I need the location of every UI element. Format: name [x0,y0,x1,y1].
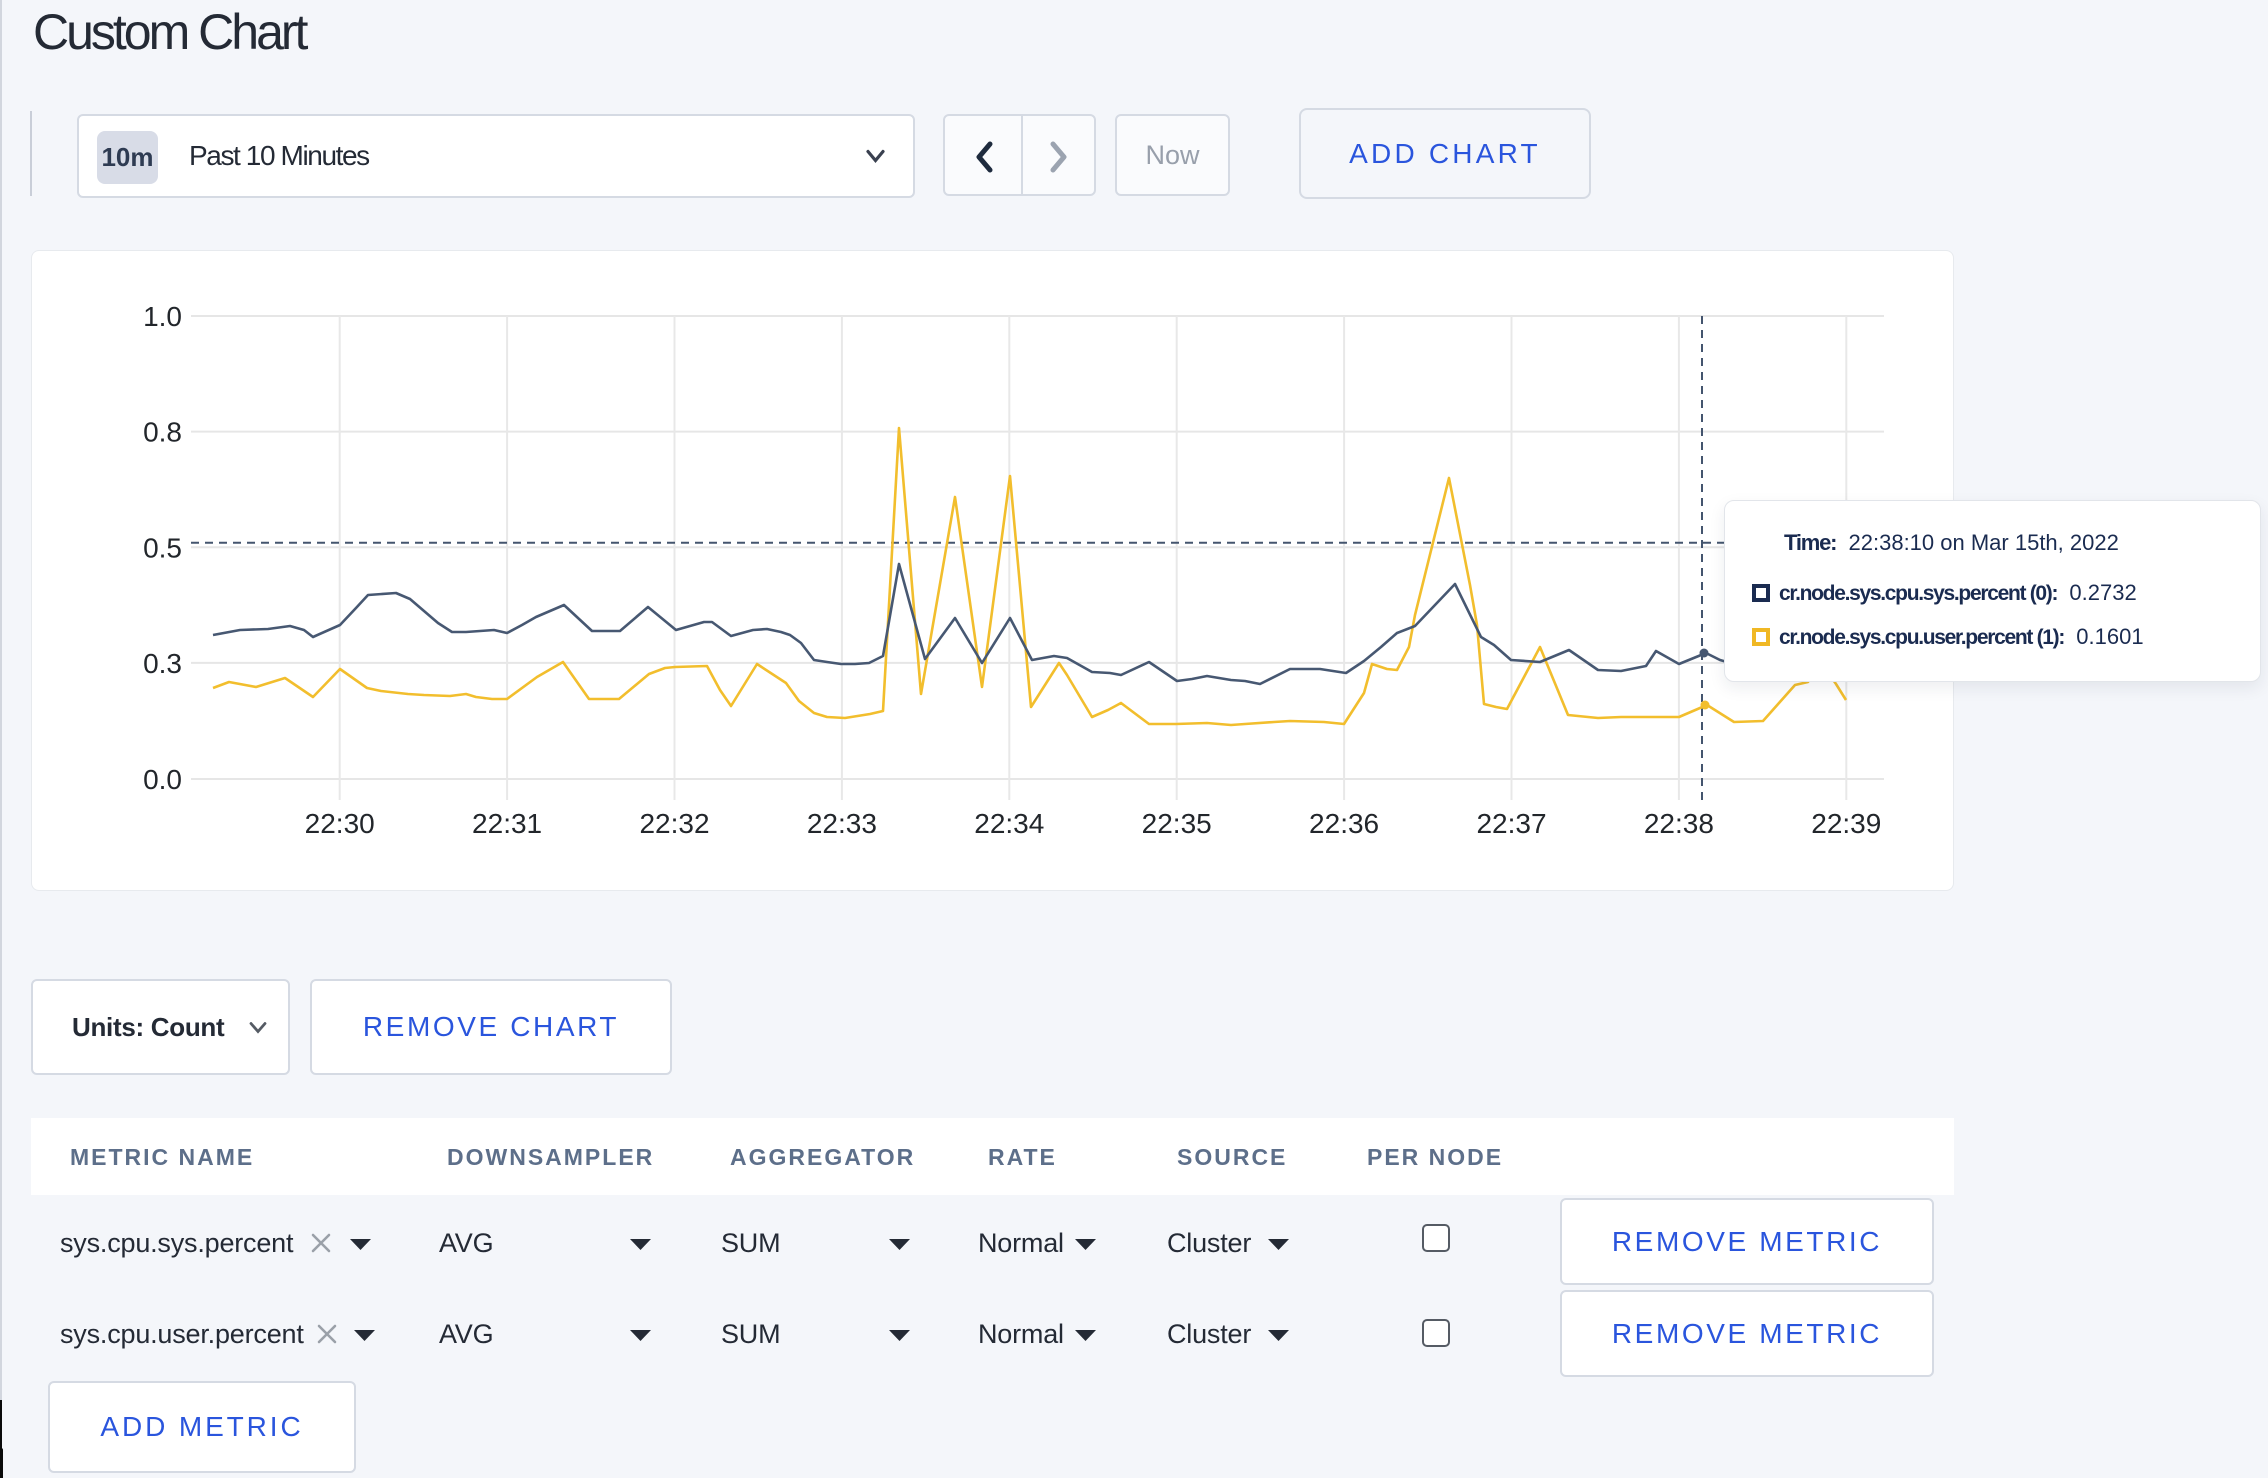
svg-text:1.0: 1.0 [143,301,182,332]
svg-text:22:35: 22:35 [1142,808,1212,839]
svg-text:0.8: 0.8 [143,417,182,448]
svg-text:22:30: 22:30 [305,808,375,839]
svg-text:22:36: 22:36 [1309,808,1379,839]
svg-text:22:32: 22:32 [639,808,709,839]
svg-text:22:31: 22:31 [472,808,542,839]
svg-text:0.5: 0.5 [143,532,182,563]
svg-text:0.0: 0.0 [143,764,182,795]
svg-text:22:33: 22:33 [807,808,877,839]
svg-text:22:37: 22:37 [1476,808,1546,839]
svg-text:22:39: 22:39 [1811,808,1881,839]
svg-text:0.3: 0.3 [143,648,182,679]
svg-text:22:38: 22:38 [1644,808,1714,839]
svg-text:22:34: 22:34 [974,808,1044,839]
